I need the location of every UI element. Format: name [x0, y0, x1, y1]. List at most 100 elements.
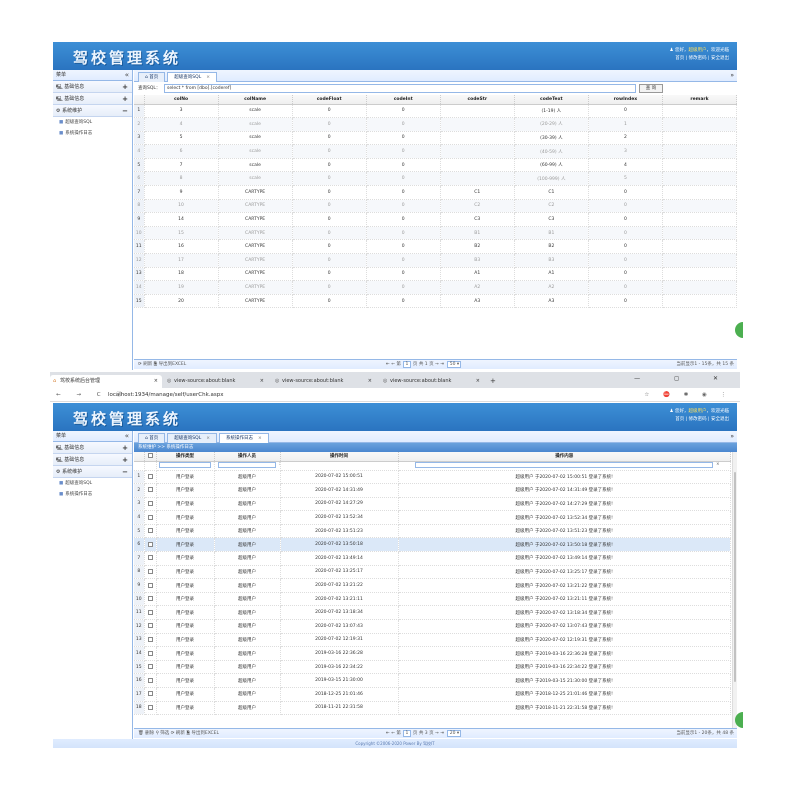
expand-icon[interactable]: + — [122, 93, 128, 105]
table-row[interactable]: 7 9 CARTYPE 0 0 C1 C1 0 — [134, 185, 738, 200]
collapse-group-icon[interactable]: − — [122, 105, 128, 117]
col-header[interactable]: codeStr — [440, 95, 515, 105]
row-checkbox[interactable] — [147, 541, 153, 547]
col-header[interactable]: 操作人员 — [214, 452, 281, 462]
collapse-icon[interactable]: « — [125, 70, 129, 81]
table-row[interactable]: 15 20 CARTYPE 0 0 A3 A3 0 — [134, 294, 738, 309]
row-checkbox[interactable] — [147, 623, 153, 629]
table-row[interactable]: 11 16 CARTYPE 0 0 B2 B2 0 — [134, 239, 738, 255]
row-checkbox[interactable] — [147, 528, 153, 534]
table-row[interactable]: 17 用户登录 超级用户 2018-12-25 21:01:46 超级用户 于2018-… — [134, 687, 731, 702]
row-checkbox[interactable] — [147, 650, 153, 656]
table-row[interactable]: 2 用户登录 超级用户 2020-07-02 14:31:49 超级用户 于2020-0… — [134, 483, 731, 498]
row-checkbox[interactable] — [147, 596, 153, 602]
menu-item-log[interactable]: ■ 系统操作日志 — [53, 489, 132, 500]
browser-tab-3[interactable]: ◎ view-source:about:blank × — [272, 375, 376, 388]
row-checkbox[interactable] — [147, 500, 153, 506]
filter-type-input[interactable]: × — [159, 462, 211, 469]
table-row[interactable]: 6 用户登录 超级用户 2020-07-02 13:50:18 超级用户 于2020-0… — [134, 537, 731, 553]
table-row[interactable]: 15 用户登录 超级用户 2019-03-16 22:34:22 超级用户 于2019-… — [134, 660, 731, 675]
col-header[interactable]: rowIndex — [588, 95, 663, 105]
menu-group-2[interactable]: 🖳 基础信息 + — [53, 93, 132, 105]
table-row[interactable]: 3 用户登录 超级用户 2020-07-02 14:27:29 超级用户 于2020-0… — [134, 497, 731, 512]
filter-content-input[interactable]: × — [415, 461, 719, 469]
col-header[interactable]: codeFloat — [292, 95, 367, 105]
row-checkbox[interactable] — [147, 664, 153, 670]
page-input[interactable]: 1 — [402, 361, 411, 368]
table-row[interactable]: 8 10 CARTYPE 0 0 C2 C2 0 — [134, 199, 738, 214]
chevron-down-icon[interactable]: » — [730, 433, 734, 440]
close-icon[interactable]: × — [260, 375, 264, 388]
row-checkbox[interactable] — [147, 473, 153, 479]
filter-user-input[interactable]: × — [217, 461, 279, 469]
query-button[interactable]: 查 询 — [639, 84, 663, 93]
table-row[interactable]: 5 用户登录 超级用户 2020-07-02 13:51:23 超级用户 于2020-0… — [134, 524, 731, 539]
next-page-icon[interactable]: → ⇥ — [435, 362, 444, 367]
close-icon[interactable]: × — [258, 436, 262, 441]
close-icon[interactable]: × — [206, 436, 210, 441]
pager-actions[interactable]: 🗑 删除 ⚲ 筛选 ⟳ 刷新 🗎 导出到EXCEL — [138, 731, 219, 736]
table-row[interactable]: 12 17 CARTYPE 0 0 B3 B3 0 — [134, 253, 738, 268]
row-checkbox[interactable] — [147, 582, 153, 588]
scrollbar-thumb[interactable] — [734, 472, 736, 682]
close-icon[interactable]: × — [154, 375, 158, 388]
row-checkbox[interactable] — [147, 636, 153, 642]
browser-tab-4[interactable]: ◎ view-source:about:blank × — [380, 375, 484, 388]
chevron-down-icon[interactable]: » — [730, 72, 734, 79]
row-checkbox[interactable] — [147, 568, 153, 574]
table-row[interactable]: 3 5 scale 0 0 (30-39) 人2 — [134, 131, 738, 146]
table-row[interactable]: 10 15 CARTYPE 0 0 B1 B1 0 — [134, 226, 738, 241]
row-checkbox[interactable] — [147, 704, 153, 710]
clear-icon[interactable]: × — [716, 461, 719, 466]
collapse-icon[interactable]: « — [125, 431, 129, 442]
first-page-icon[interactable]: ⇤ ← — [386, 362, 395, 367]
col-header[interactable]: remark — [662, 95, 738, 105]
new-tab-button[interactable]: + — [488, 375, 500, 388]
table-row[interactable]: 18 用户登录 超级用户 2018-11-21 22:31:58 超级用户 于2018-… — [134, 701, 731, 716]
col-header[interactable]: codeInt — [366, 95, 441, 105]
table-row[interactable]: 14 用户登录 超级用户 2019-03-16 22:36:28 超级用户 于2019-… — [134, 646, 731, 661]
url-field[interactable]: localhost:1934/manage/self/userChk.aspx — [108, 388, 224, 402]
tab-sql[interactable]: 超级查询SQL × — [167, 433, 217, 443]
table-row[interactable]: 9 用户登录 超级用户 2020-07-02 13:21:22 超级用户 于2020-0… — [134, 578, 731, 593]
menu-item-log[interactable]: ■ 系统操作日志 — [53, 128, 132, 139]
col-header[interactable]: 操作类型 — [156, 452, 215, 462]
select-all-header[interactable] — [144, 452, 157, 462]
table-row[interactable]: 6 8 scale 0 0 (100-999) 人5 — [134, 171, 738, 187]
table-row[interactable]: 1 3 scale 0 0 (1-19) 人0 — [134, 104, 738, 119]
table-row[interactable]: 13 用户登录 超级用户 2020-07-02 12:19:31 超级用户 于2020-… — [134, 633, 731, 648]
menu-group-system[interactable]: ⚙ 系统维护 − — [53, 105, 132, 117]
table-row[interactable]: 8 用户登录 超级用户 2020-07-02 13:25:17 超级用户 于2020-0… — [134, 565, 731, 580]
table-row[interactable]: 1 用户登录 超级用户 2020-07-02 15:00:51 超级用户 于2020-0… — [134, 470, 731, 485]
row-checkbox[interactable] — [147, 555, 153, 561]
table-row[interactable]: 7 用户登录 超级用户 2020-07-02 13:49:14 超级用户 于2020-0… — [134, 551, 731, 566]
row-checkbox[interactable] — [147, 487, 153, 493]
row-checkbox[interactable] — [147, 609, 153, 615]
window-controls[interactable]: — ◻ ✕ — [634, 375, 734, 382]
header-links[interactable]: 首页 | 修改密码 | 安全退出 — [670, 416, 729, 424]
table-row[interactable]: 10 用户登录 超级用户 2020-07-02 13:21:11 超级用户 于2020-… — [134, 592, 731, 607]
tab-log[interactable]: 系统操作日志 × — [218, 433, 269, 443]
page-size-select[interactable]: 50 ▾ — [447, 361, 462, 368]
menu-group-2[interactable]: 🖳 基础信息 + — [53, 454, 132, 466]
table-row[interactable]: 12 用户登录 超级用户 2020-07-02 13:07:43 超级用户 于2020-… — [134, 619, 731, 634]
row-checkbox[interactable] — [147, 691, 153, 697]
table-row[interactable]: 13 18 CARTYPE 0 0 A1 A1 0 — [134, 267, 738, 282]
close-icon[interactable]: × — [206, 75, 210, 80]
first-page-icon[interactable]: ⇤ ← — [386, 731, 395, 736]
close-icon[interactable]: × — [476, 375, 480, 388]
tab-home[interactable]: ⌂ 首页 — [138, 72, 166, 82]
col-header[interactable]: 操作内容 — [398, 452, 731, 462]
menu-item-sql[interactable]: ■ 超级查询SQL — [53, 478, 132, 489]
collapse-group-icon[interactable]: − — [122, 466, 128, 478]
col-header[interactable]: colName — [218, 95, 293, 105]
tab-sql[interactable]: 超级查询SQL × — [167, 72, 217, 82]
col-header[interactable]: 操作时间 — [280, 452, 399, 462]
menu-group-1[interactable]: 🖳 基础信息 + — [53, 81, 132, 93]
row-checkbox[interactable] — [147, 677, 153, 683]
expand-icon[interactable]: + — [122, 442, 128, 454]
browser-tab-2[interactable]: ◎ view-source:about:blank × — [164, 375, 268, 388]
expand-icon[interactable]: + — [122, 81, 128, 93]
table-row[interactable]: 9 14 CARTYPE 0 0 C3 C3 0 — [134, 212, 738, 227]
expand-icon[interactable]: + — [122, 454, 128, 466]
